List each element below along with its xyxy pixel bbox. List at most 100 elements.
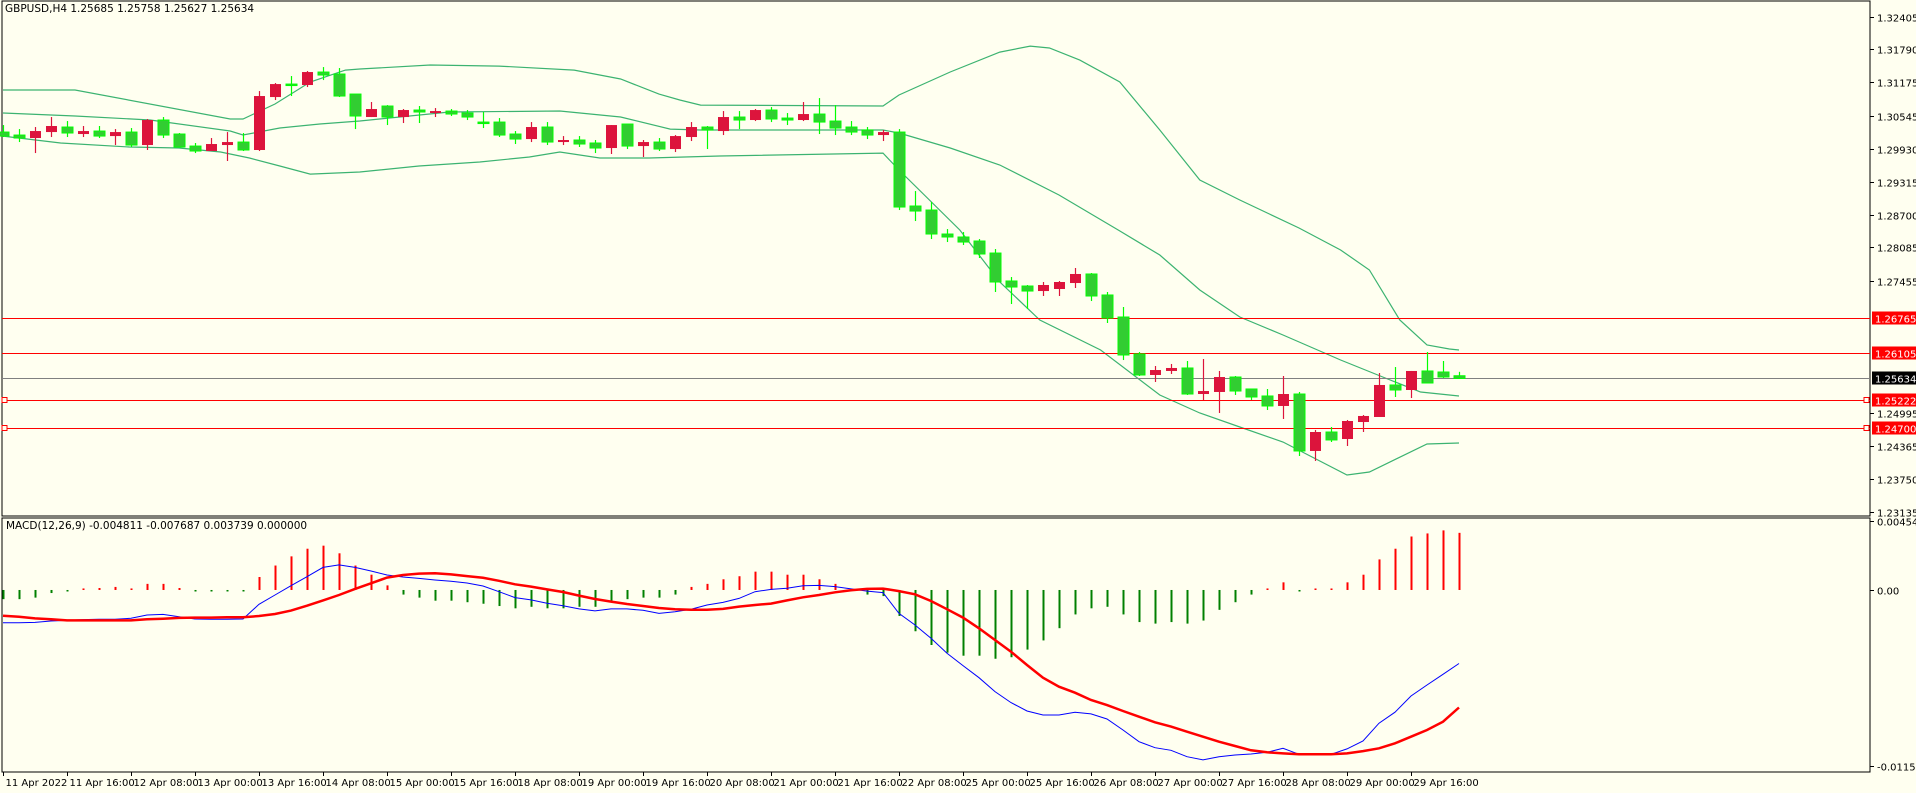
price-tick-label: 1.31175 [1877, 79, 1916, 90]
time-tick-label: 14 Apr 08:00 [326, 778, 391, 789]
macd-tick-label: 0.00 [1877, 587, 1899, 598]
trading-chart[interactable]: 1.26765 1.26105 1.25634 1.25222 1.24700 1.324… [0, 0, 1916, 793]
candle-body [526, 127, 537, 140]
candle-body [93, 130, 106, 137]
candle-body [381, 105, 394, 118]
candle-body [1166, 367, 1177, 371]
candle-body [606, 125, 617, 149]
time-tick-label: 21 Apr 16:00 [838, 778, 903, 789]
time-tick-label: 12 Apr 08:00 [134, 778, 199, 789]
bearish-candle[interactable] [893, 129, 906, 211]
candle-body [13, 134, 26, 139]
candle-body [1389, 384, 1402, 391]
bullish-candle[interactable] [302, 71, 313, 88]
time-tick-label: 25 Apr 16:00 [1030, 778, 1095, 789]
candle-body [30, 131, 41, 139]
candle-body [509, 133, 522, 140]
time-tick-label: 29 Apr 16:00 [1414, 778, 1479, 789]
level-anchor-marker[interactable] [1, 397, 8, 403]
candle-body [1101, 294, 1114, 319]
candle-body [718, 117, 729, 132]
candle-body [733, 116, 746, 121]
candle-body [589, 142, 602, 149]
bearish-candle[interactable] [1101, 291, 1114, 323]
candle-body [125, 131, 138, 146]
candle-body [285, 83, 298, 87]
candle-body [1278, 394, 1289, 406]
bearish-candle[interactable] [1293, 391, 1306, 457]
price-tick-label: 1.31790 [1877, 46, 1916, 57]
time-tick-label: 28 Apr 08:00 [1286, 778, 1351, 789]
price-tick-label: 1.23750 [1877, 476, 1916, 487]
candle-body [1229, 376, 1242, 392]
bearish-candle[interactable] [621, 123, 634, 150]
candle-body [1325, 431, 1338, 441]
time-tick-label: 19 Apr 00:00 [582, 778, 647, 789]
candle-body [925, 209, 938, 235]
candle-body [957, 236, 970, 243]
bearish-candle[interactable] [157, 117, 170, 139]
candle-body [254, 96, 265, 151]
price-tag-label: 1.26765 [1875, 315, 1916, 326]
candle-body [1038, 284, 1049, 292]
candle-body [461, 112, 474, 118]
candle-body [1421, 370, 1434, 384]
time-tick-label: 13 Apr 16:00 [262, 778, 327, 789]
candle-body [1133, 353, 1146, 376]
candle-body [701, 126, 714, 131]
candle-body [750, 110, 761, 121]
price-tag-label: 1.25634 [1875, 375, 1916, 386]
time-tick-label: 19 Apr 16:00 [646, 778, 711, 789]
level-anchor-marker[interactable] [1863, 425, 1870, 431]
price-tick-label: 1.27455 [1877, 278, 1916, 289]
candle-body [973, 240, 986, 255]
candle-body [157, 119, 170, 136]
candle-body [813, 113, 826, 123]
price-tick-label: 1.24365 [1877, 443, 1916, 454]
time-tick-label: 11 Apr 2022 [6, 778, 68, 789]
candle-body [173, 133, 186, 148]
candle-body [941, 233, 954, 238]
candle-body [493, 121, 506, 136]
candle-body [573, 139, 586, 145]
candle-body [477, 121, 490, 125]
candle-body [366, 109, 377, 118]
time-tick-label: 27 Apr 16:00 [1222, 778, 1287, 789]
level-anchor-marker[interactable] [1, 425, 8, 431]
price-tag-label: 1.26105 [1875, 350, 1916, 361]
time-tick-label: 27 Apr 00:00 [1158, 778, 1223, 789]
candle-body [558, 140, 569, 143]
candle-body [798, 114, 809, 121]
price-tick-label: 1.24995 [1877, 410, 1916, 421]
bearish-candle[interactable] [1133, 352, 1146, 377]
candle-body [909, 205, 922, 212]
candle-body [333, 73, 346, 97]
time-tick-label: 15 Apr 00:00 [390, 778, 455, 789]
candle-body [845, 126, 858, 133]
level-anchor-marker[interactable] [1863, 397, 1870, 403]
candle-body [189, 145, 202, 152]
candle-body [1085, 273, 1098, 297]
candle-body [638, 142, 649, 147]
candle-body [878, 132, 889, 136]
chart-background [0, 0, 1916, 793]
candle-body [1214, 377, 1225, 392]
candle-body [222, 142, 233, 146]
candle-body [765, 109, 778, 120]
candle-body [1070, 273, 1081, 284]
candle-body [861, 129, 874, 136]
candle-body [1021, 285, 1034, 292]
price-tick-label: 1.28700 [1877, 212, 1916, 223]
bullish-candle[interactable] [254, 91, 265, 152]
candle-body [78, 131, 89, 135]
candle-body [349, 93, 362, 117]
time-tick-label: 26 Apr 08:00 [1094, 778, 1159, 789]
bearish-candle[interactable] [173, 133, 186, 148]
price-tick-label: 1.28085 [1877, 244, 1916, 255]
candle-body [237, 141, 250, 151]
bullish-candle[interactable] [750, 109, 761, 122]
candle-body [893, 131, 906, 208]
candle-body [445, 110, 458, 115]
candle-body [670, 136, 681, 150]
candle-body [206, 144, 217, 152]
